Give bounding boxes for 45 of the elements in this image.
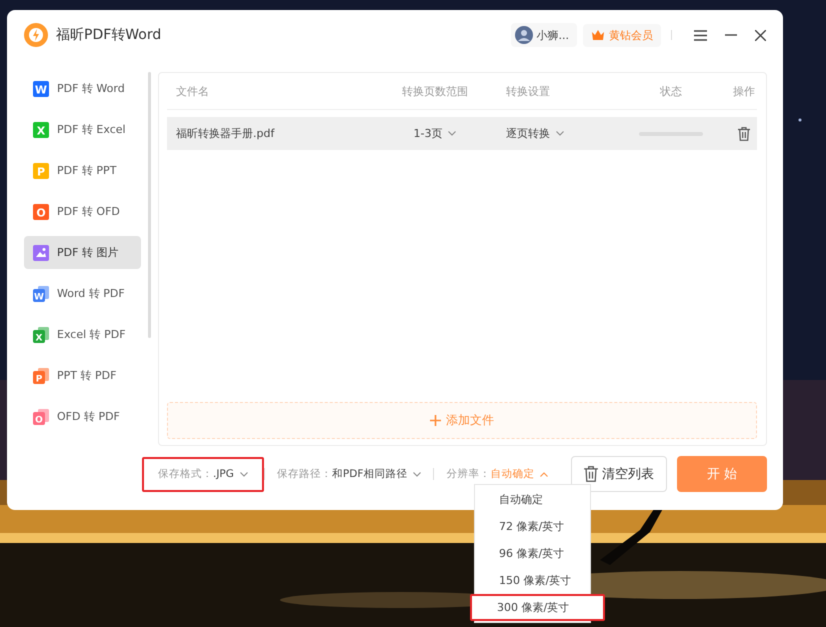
sidebar-item[interactable]: P PDF 转 PPT <box>24 154 141 187</box>
save-format-dropdown[interactable]: 保存格式：.JPG <box>142 456 264 492</box>
file-name: 福昕转换器手册.pdf <box>175 126 276 141</box>
save-path-dropdown[interactable]: 保存路径：和PDF相同路径 <box>264 456 434 492</box>
file-type-icon: W <box>33 80 49 96</box>
column-header: 转换页数范围 <box>401 84 469 98</box>
sidebar-item[interactable]: X PDF 转 Excel <box>24 113 141 146</box>
conversion-setting-dropdown[interactable]: 逐页转换 <box>494 126 611 141</box>
column-header: 转换设置 <box>505 84 551 98</box>
column-header: 状态 <box>659 84 683 98</box>
minimize-icon[interactable] <box>725 34 737 36</box>
file-type-icon: X <box>33 122 49 138</box>
sidebar-item[interactable]: X Excel 转 PDF <box>24 318 141 351</box>
chevron-up-icon <box>540 472 548 476</box>
clear-list-button[interactable]: 清空列表 <box>571 456 667 492</box>
resolution-option[interactable]: 72 像素/英寸 <box>475 513 590 540</box>
scrollbar-thumb[interactable] <box>148 72 151 338</box>
menu-icon[interactable] <box>694 30 707 40</box>
window-title: 福昕PDF转Word <box>56 26 162 44</box>
sidebar-item[interactable]: O PDF 转 OFD <box>24 195 141 228</box>
sidebar-item[interactable]: P PPT 转 PDF <box>24 359 141 392</box>
chevron-down-icon <box>556 131 564 136</box>
sidebar-item[interactable]: O OFD 转 PDF <box>24 400 141 433</box>
trash-icon <box>584 466 598 482</box>
trash-icon[interactable] <box>738 126 750 140</box>
sidebar-item[interactable]: W Word 转 PDF <box>24 277 141 310</box>
close-icon[interactable] <box>755 30 766 40</box>
column-header: 操作 <box>732 84 756 98</box>
crown-icon <box>591 29 605 41</box>
column-header: 文件名 <box>175 84 210 98</box>
chevron-down-icon <box>448 131 456 136</box>
logo-icon <box>24 23 48 47</box>
avatar-icon <box>514 26 532 44</box>
resolution-option[interactable]: 96 像素/英寸 <box>475 540 590 567</box>
chevron-down-icon <box>413 472 422 476</box>
chevron-down-icon <box>240 472 248 476</box>
file-type-icon: O <box>33 204 49 220</box>
file-type-icon: P <box>33 162 49 178</box>
user-account-button[interactable]: 小狮... <box>510 23 577 47</box>
resolution-option[interactable]: 150 像素/英寸 <box>475 567 590 594</box>
page-range-dropdown[interactable]: 1-3页 <box>376 126 494 141</box>
resolution-option[interactable]: 300 像素/英寸 <box>470 594 605 621</box>
sidebar-item[interactable]: W PDF 转 Word <box>24 72 141 105</box>
sidebar-item[interactable]: PDF 转 图片 <box>24 236 141 269</box>
plus-icon <box>430 415 441 426</box>
